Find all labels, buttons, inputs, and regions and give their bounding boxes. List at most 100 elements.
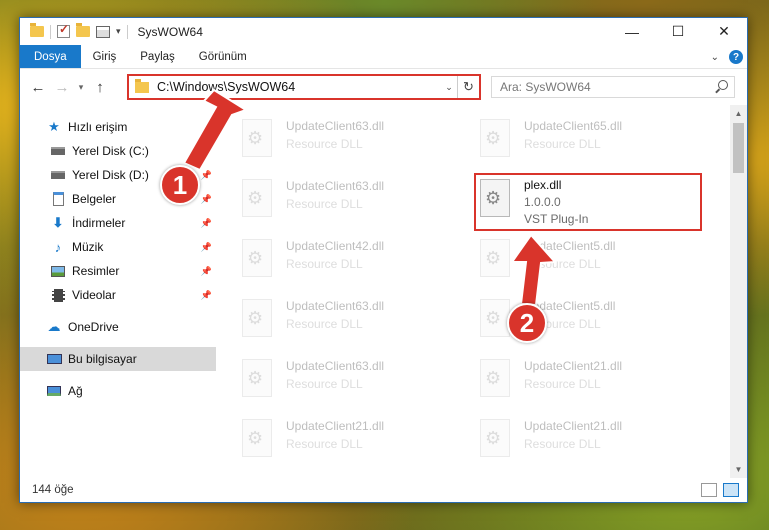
file-name: UpdateClient21.dll — [286, 419, 385, 433]
file-name: UpdateClient63.dll — [286, 119, 385, 133]
sidebar-item-label: İndirmeler — [72, 216, 126, 230]
sidebar-item-label: Yerel Disk (D:) — [72, 168, 149, 182]
minimize-button[interactable]: — — [609, 18, 655, 45]
dll-file-icon — [242, 299, 272, 337]
file-type: Resource DLL — [524, 137, 601, 151]
sidebar-item-music[interactable]: ♪ Müzik 📌 — [20, 235, 216, 259]
sidebar-item-label: Hızlı erişim — [68, 120, 128, 134]
chevron-down-icon[interactable]: ⌄ — [441, 82, 457, 93]
sidebar-item-videos[interactable]: Videolar 📌 — [20, 283, 216, 307]
tab-file[interactable]: Dosya — [20, 45, 81, 68]
forward-button[interactable]: → — [50, 79, 74, 96]
file-tile[interactable]: UpdateClient21.dll Resource DLL — [480, 415, 708, 467]
file-tile[interactable]: UpdateClient65.dll Resource DLL — [480, 115, 708, 167]
pin-icon[interactable]: 📌 — [201, 242, 212, 253]
back-button[interactable]: ← — [26, 79, 50, 96]
tiles-view-icon[interactable] — [723, 483, 739, 497]
file-tile[interactable]: UpdateClient21.dll Resource DLL — [242, 415, 470, 467]
pin-icon[interactable]: 📌 — [201, 266, 212, 277]
status-bar: 144 öğe — [20, 478, 747, 502]
address-path[interactable]: C:\Windows\SysWOW64 — [157, 80, 441, 94]
file-name: UpdateClient5.dll — [524, 239, 616, 253]
vertical-scrollbar[interactable]: ▲ ▼ — [730, 105, 747, 478]
search-input[interactable]: Ara: SysWOW64 — [491, 76, 735, 98]
star-icon: ★ — [48, 119, 60, 134]
file-type: Resource DLL — [524, 257, 601, 271]
documents-icon — [50, 192, 66, 206]
file-tile[interactable]: UpdateClient63.dll Resource DLL — [242, 355, 470, 407]
sidebar-item-onedrive[interactable]: ☁ OneDrive — [20, 315, 216, 339]
sidebar-item-label: Müzik — [72, 240, 104, 254]
scroll-up-icon[interactable]: ▲ — [730, 105, 747, 122]
scroll-thumb[interactable] — [733, 123, 744, 173]
recent-locations-button[interactable]: ▾ — [74, 82, 88, 93]
file-name: UpdateClient65.dll — [524, 119, 623, 133]
properties-check-icon[interactable] — [57, 22, 70, 38]
download-icon: ⬇ — [52, 215, 64, 230]
title-bar: ▾ SysWOW64 — ☐ ✕ — [20, 18, 747, 45]
details-view-icon[interactable] — [701, 483, 717, 497]
sidebar-item-label: Yerel Disk (C:) — [72, 144, 149, 158]
file-tile[interactable]: UpdateClient21.dll Resource DLL — [480, 355, 708, 407]
sidebar-item-quick-access[interactable]: ★ Hızlı erişim — [20, 115, 216, 139]
divider — [126, 24, 128, 39]
refresh-icon[interactable]: ↻ — [457, 76, 479, 98]
file-name: UpdateClient63.dll — [286, 299, 385, 313]
dll-file-icon — [480, 119, 510, 157]
file-tile[interactable]: UpdateClient63.dll Resource DLL — [242, 295, 470, 347]
computer-icon — [46, 352, 62, 366]
pin-icon[interactable]: 📌 — [201, 218, 212, 229]
tab-home[interactable]: Giriş — [81, 45, 129, 68]
step-1-marker: 1 — [160, 165, 200, 205]
item-count: 144 öğe — [32, 484, 74, 496]
dll-file-icon — [242, 179, 272, 217]
maximize-button[interactable]: ☐ — [655, 18, 701, 45]
file-tile[interactable]: UpdateClient63.dll Resource DLL — [242, 175, 470, 227]
file-tile[interactable]: UpdateClient42.dll Resource DLL — [242, 235, 470, 287]
chevron-down-icon[interactable]: ▾ — [116, 26, 121, 37]
file-type: Resource DLL — [524, 377, 601, 391]
sidebar-item-this-pc[interactable]: Bu bilgisayar — [20, 347, 216, 371]
search-icon[interactable] — [718, 80, 728, 90]
sidebar-item-downloads[interactable]: ⬇ İndirmeler 📌 — [20, 211, 216, 235]
file-type: Resource DLL — [286, 317, 363, 331]
expand-ribbon-icon[interactable]: ⌄ — [711, 52, 719, 63]
file-name: UpdateClient42.dll — [286, 239, 385, 253]
sidebar-item-pictures[interactable]: Resimler 📌 — [20, 259, 216, 283]
pin-icon[interactable]: 📌 — [201, 146, 212, 157]
sidebar-item-label: Resimler — [72, 264, 120, 278]
sidebar-item-label: Videolar — [72, 288, 116, 302]
file-type: Resource DLL — [286, 437, 363, 451]
quick-access-toolbar: ▾ — [20, 22, 128, 39]
ribbon-tabs: Dosya Giriş Paylaş Görünüm ⌄ ? — [20, 45, 747, 69]
step-2-marker: 2 — [507, 303, 547, 343]
drive-icon — [50, 168, 66, 182]
window-title: SysWOW64 — [137, 24, 203, 39]
dll-file-icon — [480, 359, 510, 397]
address-bar[interactable]: C:\Windows\SysWOW64 ⌄ ↻ — [127, 74, 481, 100]
customize-icon[interactable] — [96, 25, 110, 38]
new-folder-icon[interactable] — [76, 23, 90, 37]
pin-icon[interactable]: 📌 — [201, 170, 212, 181]
sidebar-item-drive-c[interactable]: Yerel Disk (C:) 📌 — [20, 139, 216, 163]
pin-icon[interactable]: 📌 — [201, 194, 212, 205]
file-name: UpdateClient21.dll — [524, 359, 623, 373]
up-button[interactable]: ↑ — [88, 79, 112, 96]
cloud-icon: ☁ — [47, 319, 61, 334]
file-type: Resource DLL — [524, 437, 601, 451]
file-type: Resource DLL — [286, 257, 363, 271]
sidebar-item-network[interactable]: Ağ — [20, 379, 216, 403]
dll-file-icon — [480, 239, 510, 277]
tab-view[interactable]: Görünüm — [187, 45, 259, 68]
close-button[interactable]: ✕ — [701, 18, 747, 45]
folder-icon — [135, 78, 149, 93]
navigation-row: ← → ▾ ↑ C:\Windows\SysWOW64 ⌄ ↻ Ara: Sys… — [20, 69, 747, 105]
tab-share[interactable]: Paylaş — [128, 45, 187, 68]
main-area: ★ Hızlı erişim Yerel Disk (C:) 📌 Yerel D… — [20, 105, 747, 478]
help-icon[interactable]: ? — [729, 50, 743, 64]
scroll-down-icon[interactable]: ▼ — [730, 461, 747, 478]
file-tile[interactable]: UpdateClient63.dll Resource DLL — [242, 115, 470, 167]
file-tile[interactable]: UpdateClient5.dll Resource DLL — [480, 235, 708, 287]
pin-icon[interactable]: 📌 — [201, 290, 212, 301]
